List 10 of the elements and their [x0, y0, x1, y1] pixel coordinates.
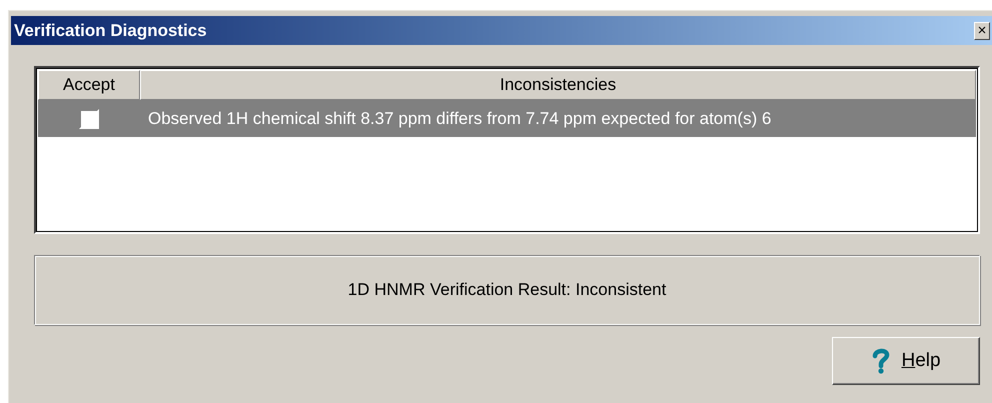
table-row[interactable]: Observed 1H chemical shift 8.37 ppm differs from 7.74 ppm expected for atom(s) 6 [38, 100, 976, 137]
help-button[interactable]: Help [832, 337, 980, 385]
window-title: Verification Diagnostics [14, 20, 207, 40]
close-button[interactable]: × [974, 22, 990, 40]
checkbox[interactable] [79, 108, 99, 128]
result-text: 1D HNMR Verification Result: Inconsistent [348, 280, 666, 300]
table-cell-text: Observed 1H chemical shift 8.37 ppm differs from 7.74 ppm expected for atom(s) 6 [147, 108, 772, 128]
column-header[interactable]: Inconsistencies [140, 70, 976, 100]
column-header[interactable]: Accept [38, 70, 140, 100]
question-icon [871, 348, 892, 374]
